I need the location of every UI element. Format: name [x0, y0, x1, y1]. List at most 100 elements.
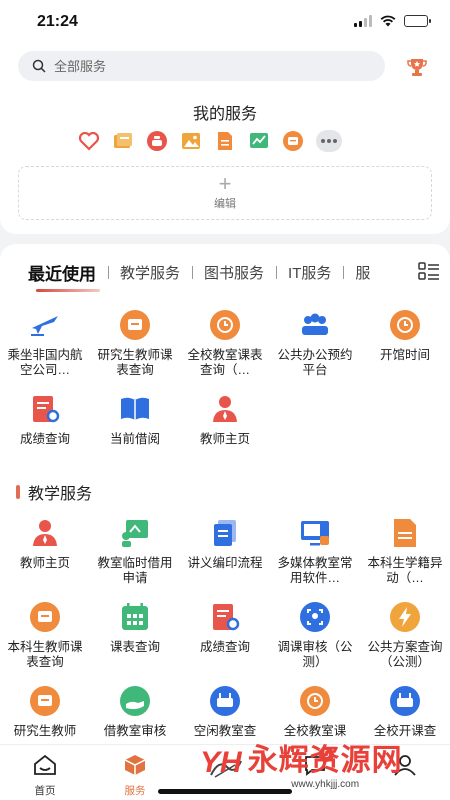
- watermark: YH 永辉资源网 www.yhkjjj.com: [200, 735, 403, 790]
- pot-icon[interactable]: [146, 130, 168, 152]
- tab-recent[interactable]: 最近使用: [28, 260, 108, 285]
- service-label: 成绩查询: [19, 432, 70, 446]
- menu-list-icon[interactable]: [418, 262, 440, 280]
- teaching-service-item[interactable]: 全校开课查: [360, 684, 450, 739]
- battery-icon: [404, 15, 431, 27]
- tab-more-cut[interactable]: 服: [343, 262, 382, 283]
- signal-icon: [354, 15, 372, 27]
- my-services-icons: [78, 130, 342, 152]
- teaching-services-grid: 教师主页 教室临时借用申请 讲义编印流程 多媒体教室常用软件… 本科生学籍异动（… 本科生…: [0, 516, 450, 739]
- plus-icon: +: [218, 171, 232, 196]
- more-icon[interactable]: [316, 130, 342, 152]
- recent-service-item[interactable]: 研究生教师课表查询: [90, 308, 180, 378]
- status-bar: 21:24: [0, 0, 450, 44]
- active-tab-indicator: [36, 289, 100, 292]
- search-bar[interactable]: [18, 51, 385, 81]
- message-icon: [28, 600, 62, 634]
- image-icon[interactable]: [180, 130, 202, 152]
- teaching-service-item[interactable]: 课表查询: [90, 600, 180, 670]
- search-input[interactable]: [54, 58, 354, 74]
- teacher-icon: [208, 392, 242, 426]
- recent-service-item[interactable]: 教师主页: [180, 392, 270, 447]
- teaching-service-item[interactable]: 教师主页: [0, 516, 90, 586]
- recent-services-grid: 乘坐非国内航空公司… 研究生教师课表查询 全校教室课表查询（… 公共办公预约平台 开馆时…: [0, 308, 450, 447]
- router-icon: [208, 684, 242, 718]
- recent-service-item[interactable]: 当前借阅: [90, 392, 180, 447]
- message-icon[interactable]: [282, 130, 304, 152]
- service-label: 研究生教师课表查询: [97, 348, 173, 377]
- teaching-service-item[interactable]: 本科生学籍异动（…: [360, 516, 450, 586]
- teaching-service-item[interactable]: 教室临时借用申请: [90, 516, 180, 586]
- airplane-icon: [28, 308, 62, 342]
- teaching-service-item[interactable]: 全校教室课: [270, 684, 360, 739]
- wifi-icon: [380, 15, 396, 27]
- chart-icon[interactable]: [248, 130, 270, 152]
- heart-icon[interactable]: [78, 130, 100, 152]
- recent-service-item[interactable]: 开馆时间: [360, 308, 450, 378]
- edit-label: 编辑: [214, 198, 236, 210]
- recent-service-item[interactable]: 乘坐非国内航空公司…: [0, 308, 90, 378]
- service-label: 全校教室课表查询（…: [187, 348, 263, 377]
- book-icon: [118, 392, 152, 426]
- service-label: 教室临时借用申请: [97, 556, 173, 585]
- edit-button[interactable]: + 编辑: [18, 166, 432, 220]
- teaching-service-item[interactable]: 讲义编印流程: [180, 516, 270, 586]
- status-time: 21:24: [37, 13, 78, 30]
- my-services-card: 我的服务 + 编辑: [0, 44, 450, 234]
- clock-icon: [298, 684, 332, 718]
- bolt-icon: [388, 600, 422, 634]
- tab-it[interactable]: IT服务: [276, 262, 343, 283]
- service-label: 本科生学籍异动（…: [367, 556, 443, 585]
- tab-teaching[interactable]: 教学服务: [108, 262, 192, 283]
- watermark-logo: YH: [200, 745, 242, 779]
- service-label: 开馆时间: [379, 348, 430, 362]
- tab-library[interactable]: 图书服务: [192, 262, 276, 283]
- message-icon: [118, 308, 152, 342]
- tabbar-home[interactable]: 首页: [0, 745, 90, 800]
- folder-icon[interactable]: [112, 130, 134, 152]
- teaching-service-item[interactable]: 空闲教室查: [180, 684, 270, 739]
- service-label: 公共方案查询（公测）: [367, 640, 443, 669]
- watermark-text: 永辉资源网: [247, 744, 403, 777]
- section-bar: [16, 485, 20, 499]
- service-label: 课表查询: [109, 640, 160, 654]
- category-tabs: 最近使用 教学服务 图书服务 IT服务 服: [28, 260, 382, 285]
- clock-icon: [388, 308, 422, 342]
- report-icon: [28, 392, 62, 426]
- clock-icon: [208, 308, 242, 342]
- service-label: 乘坐非国内航空公司…: [7, 348, 83, 377]
- teaching-section-title: 教学服务: [16, 480, 92, 504]
- my-services-title: 我的服务: [192, 106, 257, 123]
- service-label: 调课审核（公测）: [277, 640, 353, 669]
- service-label: 公共办公预约平台: [277, 348, 353, 377]
- calendar-icon: [118, 600, 152, 634]
- trophy-icon[interactable]: [406, 56, 428, 78]
- monitor-icon: [298, 516, 332, 550]
- home-indicator: [158, 789, 292, 794]
- file-icon: [388, 516, 422, 550]
- recent-service-item[interactable]: 成绩查询: [0, 392, 90, 447]
- teaching-title: 教学服务: [28, 486, 93, 503]
- teaching-service-item[interactable]: 成绩查询: [180, 600, 270, 670]
- hand-icon: [118, 684, 152, 718]
- teaching-service-item[interactable]: 多媒体教室常用软件…: [270, 516, 360, 586]
- status-icons: [354, 15, 431, 27]
- service-label: 本科生教师课表查询: [7, 640, 83, 669]
- service-label: 当前借阅: [109, 432, 160, 446]
- box-icon: [124, 755, 146, 775]
- tabbar-home-label: 首页: [34, 785, 56, 797]
- recent-service-item[interactable]: 公共办公预约平台: [270, 308, 360, 378]
- service-label: 讲义编印流程: [187, 556, 263, 570]
- teacher-icon: [28, 516, 62, 550]
- teaching-service-item[interactable]: 研究生教师: [0, 684, 90, 739]
- teaching-service-item[interactable]: 本科生教师课表查询: [0, 600, 90, 670]
- group-icon: [298, 308, 332, 342]
- teaching-service-item[interactable]: 借教室审核: [90, 684, 180, 739]
- service-label: 教师主页: [199, 432, 250, 446]
- teaching-service-item[interactable]: 调课审核（公测）: [270, 600, 360, 670]
- teaching-service-item[interactable]: 公共方案查询（公测）: [360, 600, 450, 670]
- report-icon: [208, 600, 242, 634]
- service-label: 教师主页: [19, 556, 70, 570]
- recent-service-item[interactable]: 全校教室课表查询（…: [180, 308, 270, 378]
- document-icon[interactable]: [214, 130, 236, 152]
